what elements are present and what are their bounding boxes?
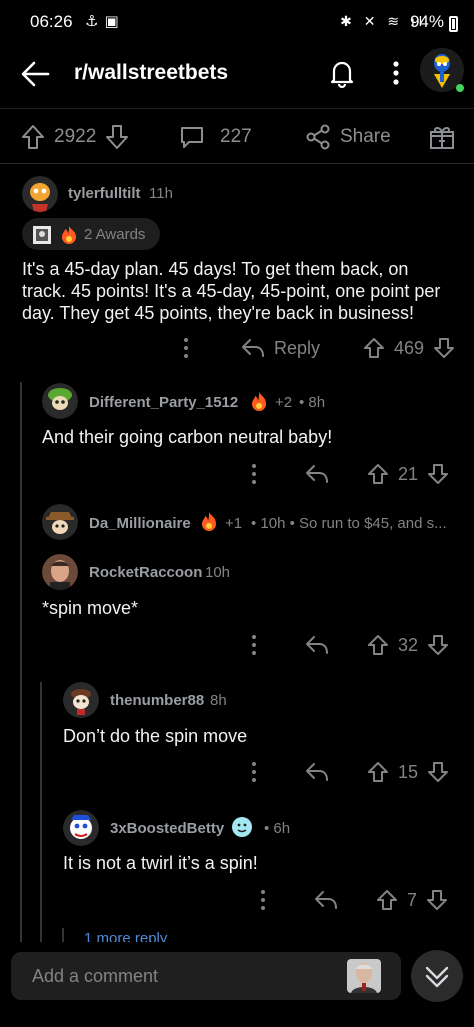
upvote-arrow-icon[interactable] [20, 123, 46, 151]
comment-body: *spin move* [42, 598, 139, 618]
notification-icons: ⚓▣ [85, 13, 125, 30]
reply-arrow-icon[interactable] [313, 888, 339, 912]
award-count: +1 [225, 515, 243, 532]
upvote-arrow-icon[interactable] [366, 633, 390, 657]
comment-age: • 10h • So run to $45, and s... [251, 515, 447, 532]
thread-line [20, 382, 22, 944]
comment-age: • 8h [299, 394, 326, 411]
award-fire-icon [58, 224, 80, 246]
comment-action-row: 15 [244, 760, 450, 784]
comment-composer-bar: Add a comment [0, 942, 474, 1027]
more-options-icon[interactable] [244, 633, 264, 657]
comment-bubble-icon [178, 123, 206, 151]
avatar[interactable] [42, 554, 78, 590]
more-options-icon[interactable] [384, 58, 408, 88]
award-fire-icon [198, 510, 220, 534]
gift-icon [428, 123, 456, 151]
share-button[interactable]: Share [304, 123, 391, 151]
thread-line [62, 928, 64, 942]
comment-action-row: 21 [244, 462, 450, 486]
comment-body: And their going carbon neutral baby! [42, 427, 333, 447]
battery-level: 94% [409, 12, 444, 31]
more-options-icon[interactable] [244, 760, 264, 784]
award-fire-icon [248, 390, 270, 414]
awards-count: 2 Awards [84, 226, 146, 243]
status-time: 06:26 [30, 12, 73, 31]
more-options-icon[interactable] [176, 336, 196, 360]
more-options-icon[interactable] [253, 888, 273, 912]
upvote-arrow-icon[interactable] [366, 760, 390, 784]
post-action-bar: 2922 227 Share [0, 108, 474, 164]
comment-body: It's a 45-day plan. 45 days! To get them… [22, 259, 441, 323]
battery-icon [449, 16, 458, 32]
downvote-arrow-icon[interactable] [104, 123, 130, 151]
gift-award-button[interactable] [428, 123, 456, 151]
upvote-arrow-icon[interactable] [362, 336, 386, 360]
downvote-arrow-icon[interactable] [425, 888, 449, 912]
comment-age: • 6h [264, 820, 291, 837]
comment-username[interactable]: tylerfulltilt [68, 185, 141, 202]
downvote-arrow-icon[interactable] [426, 462, 450, 486]
comment-age: 11h [149, 185, 173, 202]
avatar[interactable] [63, 810, 99, 846]
award-count: +2 [275, 394, 293, 411]
user-avatar[interactable] [420, 48, 464, 92]
share-label: Share [340, 126, 391, 147]
comment-username[interactable]: RocketRaccoon [89, 564, 202, 581]
downvote-arrow-icon[interactable] [426, 633, 450, 657]
comment-age: 8h [210, 692, 227, 709]
comment-score: 7 [407, 889, 418, 910]
status-bar: 06:26 ⚓▣ ✱ ✕ ≋ ıl 94% [0, 0, 474, 44]
share-icon [304, 123, 332, 151]
comment-body: It is not a twirl it’s a spin! [63, 853, 258, 873]
comment-username[interactable]: 3xBoostedBetty [110, 820, 224, 837]
avatar[interactable] [63, 682, 99, 718]
app-header: r/wallstreetbets [0, 44, 474, 104]
comment-action-row: 7 [253, 888, 449, 912]
bell-icon[interactable] [325, 56, 359, 90]
award-wholesome-icon [230, 815, 254, 839]
reply-arrow-icon[interactable] [240, 336, 266, 360]
reply-arrow-icon[interactable] [304, 760, 330, 784]
comments-count: 227 [220, 126, 252, 147]
next-comment-button[interactable] [411, 950, 463, 1002]
reply-label[interactable]: Reply [274, 338, 320, 359]
award-frame-icon [32, 225, 52, 245]
comment-score: 469 [394, 337, 425, 358]
thread-line [40, 682, 42, 944]
comment-score: 21 [398, 463, 419, 484]
awards-badge[interactable]: 2 Awards [22, 218, 160, 250]
avatar[interactable] [42, 383, 78, 419]
comment-username[interactable]: thenumber88 [110, 692, 204, 709]
comment-score: 32 [398, 634, 419, 655]
downvote-arrow-icon[interactable] [426, 760, 450, 784]
reply-arrow-icon[interactable] [304, 462, 330, 486]
add-comment-placeholder: Add a comment [32, 966, 159, 986]
reply-arrow-icon[interactable] [304, 633, 330, 657]
comments-count-button[interactable]: 227 [178, 123, 252, 151]
more-options-icon[interactable] [244, 462, 264, 486]
comment-body: Don’t do the spin move [63, 726, 248, 746]
comment-username[interactable]: Da_Millionaire [89, 515, 191, 532]
avatar[interactable] [42, 504, 78, 540]
downvote-arrow-icon[interactable] [432, 336, 456, 360]
comment-score: 15 [398, 761, 419, 782]
add-comment-field[interactable]: Add a comment [11, 952, 401, 1000]
gif-thumbnail[interactable] [347, 959, 381, 993]
comment-username[interactable]: Different_Party_1512 [89, 394, 238, 411]
comment-action-row: 32 [244, 633, 450, 657]
comment-age: 10h [205, 564, 231, 581]
comment-action-row: Reply 469 [176, 336, 456, 360]
avatar[interactable] [22, 176, 58, 212]
post-vote-group: 2922 [20, 123, 130, 151]
back-arrow-icon[interactable] [18, 56, 54, 92]
upvote-arrow-icon[interactable] [366, 462, 390, 486]
upvote-arrow-icon[interactable] [375, 888, 399, 912]
post-score: 2922 [54, 126, 97, 147]
subreddit-title[interactable]: r/wallstreetbets [74, 61, 228, 85]
